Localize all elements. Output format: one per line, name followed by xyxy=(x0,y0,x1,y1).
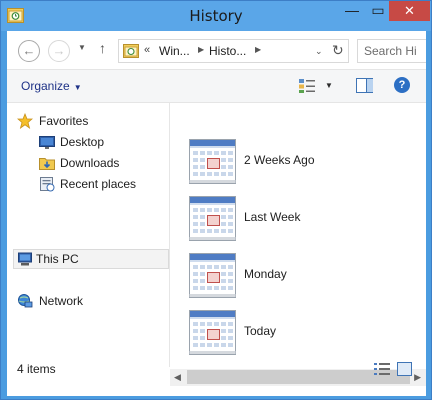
downloads-label: Downloads xyxy=(60,156,120,170)
up-button[interactable]: ↑ xyxy=(99,40,106,56)
large-icons-view-icon[interactable] xyxy=(397,362,412,376)
desktop-icon xyxy=(39,136,55,149)
back-button[interactable]: ← xyxy=(18,40,40,62)
details-view-icon[interactable] xyxy=(374,362,390,376)
scroll-left-icon[interactable]: ◀ xyxy=(174,372,181,383)
forward-button[interactable]: → xyxy=(48,40,70,62)
chevron-down-icon: ⌄ xyxy=(315,46,323,56)
change-view-icon[interactable] xyxy=(298,78,316,94)
recent-locations-dropdown[interactable]: ▼ xyxy=(78,43,86,52)
navigation-row: ← → ▼ ↑ « Win... ▶ Histo... ▶ ⌄ ↻ xyxy=(7,31,428,69)
preview-pane-button[interactable] xyxy=(356,78,373,93)
refresh-icon: ↻ xyxy=(332,42,344,58)
calendar-icon xyxy=(189,253,236,298)
help-icon[interactable]: ? xyxy=(394,77,410,93)
scroll-right-icon[interactable]: ▶ xyxy=(414,372,421,383)
favorites-label: Favorites xyxy=(39,114,89,128)
breadcrumb-separator-icon[interactable]: ▶ xyxy=(198,45,204,54)
command-bar: Organize ▼ ▼ ? xyxy=(7,69,426,103)
maximize-button[interactable]: ▭ xyxy=(365,1,391,21)
network-icon xyxy=(18,294,33,308)
breadcrumb-history[interactable]: Histo... xyxy=(209,44,246,58)
file-name: Today xyxy=(244,324,277,338)
file-name: Monday xyxy=(244,267,287,281)
close-button[interactable]: ✕ xyxy=(389,1,430,21)
chevron-down-icon: ▼ xyxy=(73,83,82,92)
calendar-icon xyxy=(189,310,236,355)
file-list: 2 Weeks Ago Last Week Monday Today xyxy=(170,103,426,369)
refresh-button[interactable]: ↻ xyxy=(332,42,344,59)
computer-icon xyxy=(18,252,32,266)
up-arrow-icon: ↑ xyxy=(99,40,106,56)
explorer-window: History — ▭ ✕ ← → ▼ ↑ « Win... ▶ Histo..… xyxy=(0,0,432,400)
calendar-icon xyxy=(189,139,236,184)
list-item[interactable]: Today xyxy=(189,308,399,358)
list-item[interactable]: Last Week xyxy=(189,194,399,244)
list-item[interactable]: 2 Weeks Ago xyxy=(189,137,399,187)
back-arrow-icon: ← xyxy=(22,43,36,58)
title-bar[interactable]: History — ▭ ✕ xyxy=(1,1,431,31)
history-folder-icon xyxy=(123,44,139,58)
calendar-icon xyxy=(189,196,236,241)
organize-label: Organize xyxy=(21,79,70,93)
breadcrumb-windows[interactable]: Win... xyxy=(159,44,190,58)
search-box[interactable] xyxy=(357,39,428,63)
status-item-count: 4 items xyxy=(17,362,56,376)
this-pc-label: This PC xyxy=(36,252,79,266)
file-name: 2 Weeks Ago xyxy=(244,153,315,167)
chevron-down-icon: ▼ xyxy=(325,81,333,90)
navigation-pane: Favorites Desktop Downloads Recent place… xyxy=(7,103,169,367)
breadcrumb-separator-icon[interactable]: ▶ xyxy=(255,45,261,54)
address-overflow-button[interactable]: « xyxy=(144,44,150,56)
downloads-folder-icon xyxy=(39,158,55,170)
nav-item-network[interactable]: Network xyxy=(15,291,165,311)
nav-item-desktop[interactable]: Desktop xyxy=(15,132,165,152)
file-name: Last Week xyxy=(244,210,301,224)
window-client-area: ← → ▼ ↑ « Win... ▶ Histo... ▶ ⌄ ↻ Search… xyxy=(7,31,428,396)
chevron-down-icon: ▼ xyxy=(78,43,86,52)
more-options-dropdown[interactable]: ▼ xyxy=(325,81,333,90)
recent-places-icon xyxy=(40,177,55,192)
forward-arrow-icon: → xyxy=(52,43,66,58)
nav-item-downloads[interactable]: Downloads xyxy=(15,153,165,173)
network-label: Network xyxy=(39,294,84,308)
search-input[interactable] xyxy=(364,41,428,61)
recent-places-label: Recent places xyxy=(60,177,137,191)
address-bar[interactable]: « Win... ▶ Histo... ▶ ⌄ ↻ xyxy=(118,39,349,63)
desktop-label: Desktop xyxy=(60,135,105,149)
list-item[interactable]: Monday xyxy=(189,251,399,301)
organize-menu-button[interactable]: Organize ▼ xyxy=(21,79,82,93)
nav-item-recent-places[interactable]: Recent places xyxy=(15,174,165,194)
star-icon xyxy=(17,113,33,129)
nav-item-this-pc[interactable]: This PC xyxy=(13,249,169,269)
minimize-button[interactable]: — xyxy=(339,1,365,21)
address-history-dropdown[interactable]: ⌄ xyxy=(315,46,323,57)
nav-item-favorites[interactable]: Favorites xyxy=(15,111,165,131)
